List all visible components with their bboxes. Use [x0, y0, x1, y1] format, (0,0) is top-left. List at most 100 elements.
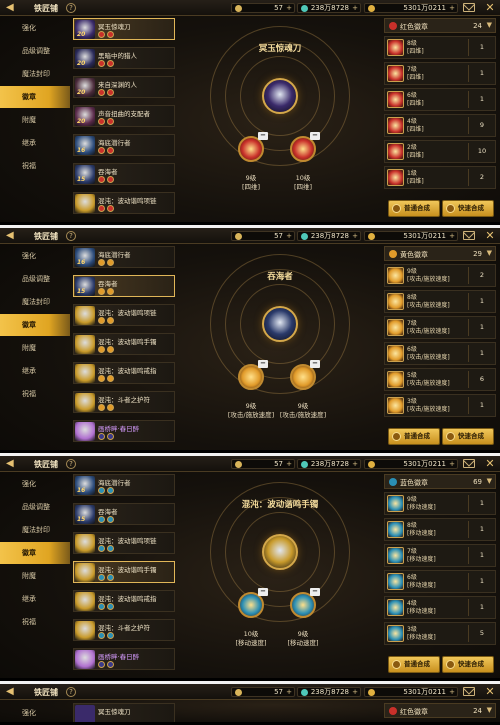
- nav-item-bless[interactable]: 祝福: [0, 611, 70, 633]
- nav-item-inherit[interactable]: 继承: [0, 132, 70, 154]
- add-coins-button[interactable]: +: [449, 460, 455, 468]
- remove-emblem-button[interactable]: −: [258, 588, 268, 596]
- badge-row[interactable]: 1级 [四维] 2: [384, 166, 496, 189]
- add-gems-button[interactable]: +: [352, 4, 358, 12]
- list-item[interactable]: 16 海底潜行者: [73, 134, 175, 156]
- list-item[interactable]: 混沌：斗者之护符: [73, 619, 175, 641]
- add-gold-button[interactable]: +: [286, 688, 292, 696]
- nav-item-inherit[interactable]: 继承: [0, 360, 70, 382]
- close-icon[interactable]: ✕: [484, 458, 496, 470]
- nav-item-grade-adjust[interactable]: 品级调整: [0, 496, 70, 518]
- nav-item-emblem[interactable]: 徽章: [0, 86, 70, 108]
- badge-row[interactable]: 9级 [移动速度] 1: [384, 492, 496, 515]
- badge-row[interactable]: 3级 [移动速度] 5: [384, 622, 496, 645]
- add-gold-button[interactable]: +: [286, 460, 292, 468]
- badge-type-dropdown[interactable]: 红色徽章 24 ▼: [384, 18, 496, 33]
- add-gems-button[interactable]: +: [352, 460, 358, 468]
- badge-row[interactable]: 6级 [移动速度] 1: [384, 570, 496, 593]
- fast-synthesis-button[interactable]: 快速合成: [442, 656, 494, 673]
- list-item[interactable]: 15 吞海者: [73, 163, 175, 185]
- mail-icon[interactable]: [463, 3, 475, 12]
- nav-item-emblem[interactable]: 徽章: [0, 314, 70, 336]
- nav-item-enchant[interactable]: 附魔: [0, 565, 70, 587]
- mail-icon[interactable]: [463, 687, 475, 696]
- remove-emblem-button[interactable]: −: [310, 588, 320, 596]
- nav-item-emblem[interactable]: 徽章: [0, 542, 70, 564]
- list-item[interactable]: 画桥畔·春日醉: [73, 420, 175, 442]
- back-arrow-icon[interactable]: ◀: [6, 687, 17, 697]
- nav-item-bless[interactable]: 祝福: [0, 383, 70, 405]
- nav-item-enhance[interactable]: 强化: [0, 702, 70, 722]
- mail-icon[interactable]: [463, 459, 475, 468]
- nav-item-magic-seal[interactable]: 魔法封印: [0, 519, 70, 541]
- badge-row[interactable]: 2级 [四维] 10: [384, 140, 496, 163]
- mail-icon[interactable]: [463, 231, 475, 240]
- list-item[interactable]: 冥玉惊魂刀: [73, 703, 175, 722]
- badge-row[interactable]: 7级 [移动速度] 1: [384, 544, 496, 567]
- close-icon[interactable]: ✕: [484, 2, 496, 14]
- add-gems-button[interactable]: +: [352, 232, 358, 240]
- list-item[interactable]: 16 海底潜行者: [73, 474, 175, 496]
- remove-emblem-button[interactable]: −: [310, 360, 320, 368]
- list-item[interactable]: 20 来自深渊的人: [73, 76, 175, 98]
- normal-synthesis-button[interactable]: 普通合成: [388, 656, 440, 673]
- add-coins-button[interactable]: +: [449, 4, 455, 12]
- list-item[interactable]: 混沌：波动谐鸣项链: [73, 304, 175, 326]
- nav-item-magic-seal[interactable]: 魔法封印: [0, 291, 70, 313]
- badge-row[interactable]: 7级 [攻击/施放速度] 1: [384, 316, 496, 339]
- remove-emblem-button[interactable]: −: [258, 360, 268, 368]
- fast-synthesis-button[interactable]: 快速合成: [442, 428, 494, 445]
- badge-row[interactable]: 4级 [移动速度] 1: [384, 596, 496, 619]
- question-icon[interactable]: ?: [66, 231, 76, 241]
- close-icon[interactable]: ✕: [484, 686, 496, 698]
- list-item[interactable]: 混沌：波动谐鸣项链: [73, 192, 175, 214]
- nav-item-enhance[interactable]: 强化: [0, 17, 70, 39]
- add-gems-button[interactable]: +: [352, 688, 358, 696]
- list-item[interactable]: 混沌：波动谐鸣手镯: [73, 561, 175, 583]
- nav-item-bless[interactable]: 祝福: [0, 155, 70, 177]
- list-item[interactable]: 15 吞海者: [73, 503, 175, 525]
- nav-item-inherit[interactable]: 继承: [0, 588, 70, 610]
- list-item[interactable]: 混沌：波动谐鸣戒指: [73, 590, 175, 612]
- list-item[interactable]: 混沌：波动谐鸣戒指: [73, 362, 175, 384]
- badge-row[interactable]: 9级 [攻击/施放速度] 2: [384, 264, 496, 287]
- nav-item-grade-adjust[interactable]: 品级调整: [0, 40, 70, 62]
- question-icon[interactable]: ?: [66, 459, 76, 469]
- question-icon[interactable]: ?: [66, 3, 76, 13]
- badge-row[interactable]: 8级 [移动速度] 1: [384, 518, 496, 541]
- list-item[interactable]: 混沌：波动谐鸣手镯: [73, 333, 175, 355]
- list-item[interactable]: 混沌：波动谐鸣项链: [73, 532, 175, 554]
- remove-emblem-button[interactable]: −: [310, 132, 320, 140]
- badge-row[interactable]: 6级 [攻击/施放速度] 1: [384, 342, 496, 365]
- list-item[interactable]: 16 海底潜行者: [73, 246, 175, 268]
- add-gold-button[interactable]: +: [286, 4, 292, 12]
- nav-item-magic-seal[interactable]: 魔法封印: [0, 63, 70, 85]
- nav-item-grade-adjust[interactable]: 品级调整: [0, 268, 70, 290]
- badge-type-dropdown[interactable]: 红色徽章 24 ▼: [384, 703, 496, 718]
- list-item[interactable]: 20 声音扭曲的支配者: [73, 105, 175, 127]
- list-item[interactable]: 混沌：斗者之护符: [73, 391, 175, 413]
- badge-row[interactable]: 3级 [攻击/施放速度] 1: [384, 394, 496, 417]
- add-gold-button[interactable]: +: [286, 232, 292, 240]
- badge-row[interactable]: 8级 [四维] 1: [384, 36, 496, 59]
- badge-row[interactable]: 6级 [四维] 1: [384, 88, 496, 111]
- list-item[interactable]: 20 黑暗中的猎人: [73, 47, 175, 69]
- nav-item-enchant[interactable]: 附魔: [0, 109, 70, 131]
- back-arrow-icon[interactable]: ◀: [6, 231, 17, 241]
- normal-synthesis-button[interactable]: 普通合成: [388, 428, 440, 445]
- nav-item-enhance[interactable]: 强化: [0, 473, 70, 495]
- question-icon[interactable]: ?: [66, 687, 76, 697]
- fast-synthesis-button[interactable]: 快速合成: [442, 200, 494, 217]
- list-item[interactable]: 15 吞海者: [73, 275, 175, 297]
- normal-synthesis-button[interactable]: 普通合成: [388, 200, 440, 217]
- back-arrow-icon[interactable]: ◀: [6, 3, 17, 13]
- badge-row[interactable]: 4级 [四维] 9: [384, 114, 496, 137]
- close-icon[interactable]: ✕: [484, 230, 496, 242]
- badge-type-dropdown[interactable]: 蓝色徽章 69 ▼: [384, 474, 496, 489]
- badge-row[interactable]: 7级 [四维] 1: [384, 62, 496, 85]
- back-arrow-icon[interactable]: ◀: [6, 459, 17, 469]
- add-coins-button[interactable]: +: [449, 688, 455, 696]
- add-coins-button[interactable]: +: [449, 232, 455, 240]
- badge-row[interactable]: 5级 [攻击/施放速度] 6: [384, 368, 496, 391]
- badge-row[interactable]: 8级 [攻击/施放速度] 1: [384, 290, 496, 313]
